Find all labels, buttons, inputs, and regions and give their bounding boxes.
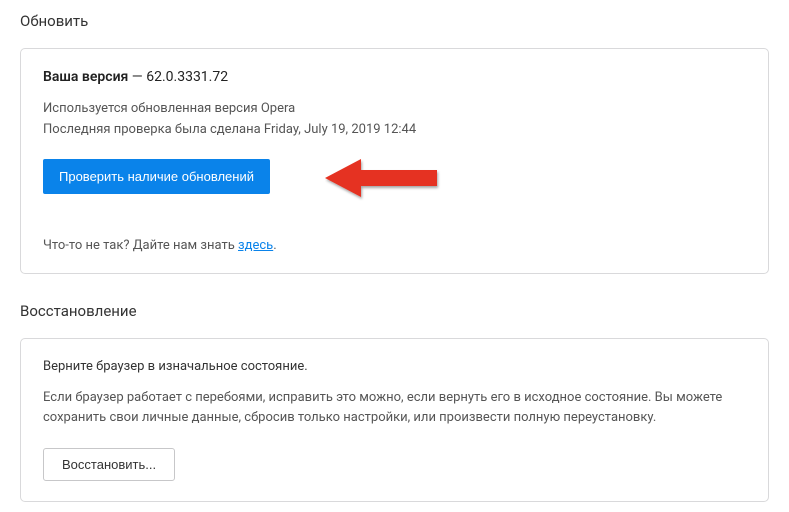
recovery-description: Если браузер работает с перебоями, испра… — [43, 388, 746, 428]
recovery-card: Верните браузер в изначальное состояние.… — [20, 338, 769, 502]
feedback-prefix: Что-то не так? Дайте нам знать — [43, 238, 238, 253]
version-line: Ваша версия — 62.0.3331.72 — [43, 69, 746, 85]
recovery-title: Верните браузер в изначальное состояние. — [43, 359, 746, 374]
update-card: Ваша версия — 62.0.3331.72 Используется … — [20, 48, 769, 274]
feedback-link[interactable]: здесь — [238, 238, 273, 253]
version-number: 62.0.3331.72 — [146, 69, 228, 85]
update-button-row: Проверить наличие обновлений — [43, 159, 746, 194]
status-line-1: Используется обновленная версия Opera — [43, 99, 746, 120]
update-heading: Обновить — [20, 12, 769, 30]
recovery-heading: Восстановление — [20, 302, 769, 320]
version-separator: — — [128, 69, 146, 85]
feedback-suffix: . — [273, 238, 276, 253]
feedback-line: Что-то не так? Дайте нам знать здесь. — [43, 238, 746, 253]
restore-button[interactable]: Восстановить... — [43, 448, 175, 481]
version-label: Ваша версия — [43, 69, 128, 85]
status-line-2: Последняя проверка была сделана Friday, … — [43, 120, 746, 141]
pointer-arrow-icon — [325, 155, 445, 201]
check-updates-button[interactable]: Проверить наличие обновлений — [43, 159, 270, 194]
